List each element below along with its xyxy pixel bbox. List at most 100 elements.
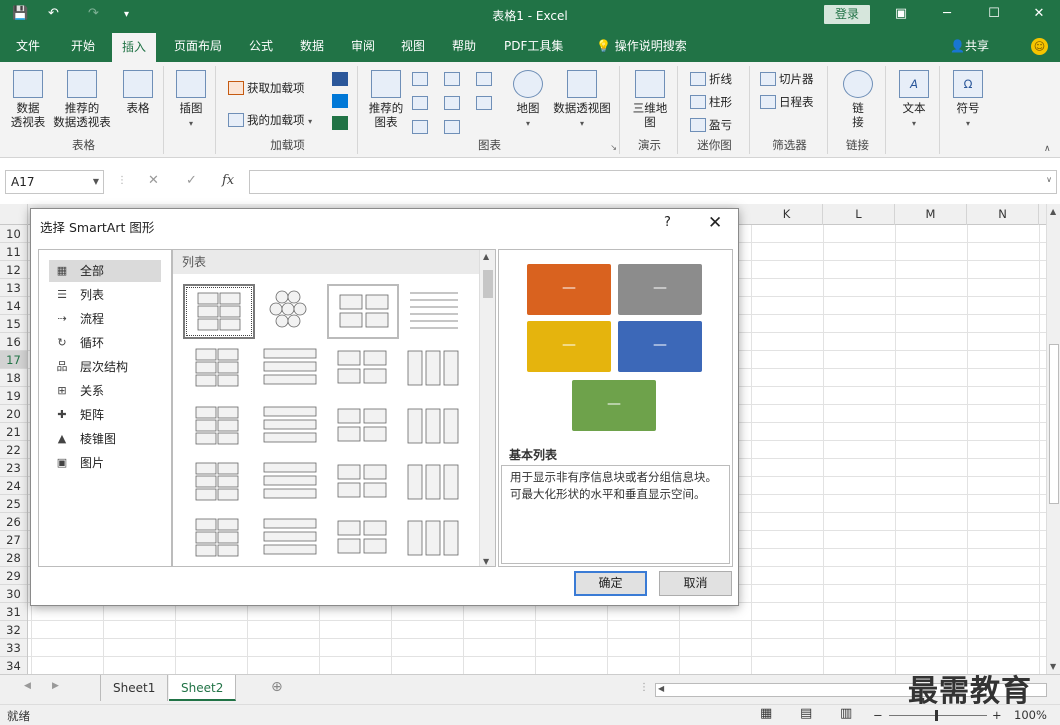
login-button[interactable]: 登录 xyxy=(824,5,870,24)
gallery-scroll-thumb[interactable] xyxy=(483,270,493,298)
row-header-25[interactable]: 25 xyxy=(0,495,27,513)
gallery-scrollbar[interactable]: ▲ ▼ xyxy=(479,250,495,566)
text-button[interactable]: A 文本 ▾ xyxy=(894,70,934,131)
column-header-n[interactable]: N xyxy=(967,204,1039,225)
select-all-corner[interactable] xyxy=(0,204,28,225)
timeline-button[interactable]: 日程表 xyxy=(760,94,814,110)
row-header-14[interactable]: 14 xyxy=(0,297,27,315)
row-header-33[interactable]: 33 xyxy=(0,639,27,657)
symbols-button[interactable]: Ω 符号 ▾ xyxy=(948,70,988,131)
zoom-slider[interactable] xyxy=(889,715,987,716)
map-chart-button[interactable]: 地图 ▾ xyxy=(508,70,548,131)
vertical-scroll-thumb[interactable] xyxy=(1049,344,1059,504)
enter-formula-icon[interactable]: ✓ xyxy=(186,173,197,188)
undo-icon[interactable]: ↶ xyxy=(48,6,59,21)
prev-sheet-icon[interactable]: ◀ xyxy=(24,681,31,691)
tab-pdf-tools[interactable]: PDF工具集 xyxy=(494,30,573,62)
pie-chart-icon[interactable] xyxy=(412,120,428,134)
category-item[interactable]: ✚ 矩阵 xyxy=(49,404,161,426)
row-header-26[interactable]: 26 xyxy=(0,513,27,531)
row-header-16[interactable]: 16 xyxy=(0,333,27,351)
page-layout-view-icon[interactable]: ▤ xyxy=(800,706,812,721)
row-header-18[interactable]: 18 xyxy=(0,369,27,387)
share-button[interactable]: 👤共享 xyxy=(950,30,989,62)
add-sheet-icon[interactable]: ⊕ xyxy=(271,679,283,695)
save-icon[interactable]: 💾 xyxy=(12,6,28,21)
charts-launcher-icon[interactable]: ↘ xyxy=(610,143,617,152)
link-button[interactable]: 链 接 xyxy=(838,70,878,129)
collapse-ribbon-icon[interactable]: ∧ xyxy=(1044,144,1051,154)
category-item[interactable]: ⇢ 流程 xyxy=(49,308,161,330)
row-header-21[interactable]: 21 xyxy=(0,423,27,441)
help-icon[interactable]: ? xyxy=(664,215,671,230)
category-item[interactable]: ▦ 全部 xyxy=(49,260,161,282)
row-header-12[interactable]: 12 xyxy=(0,261,27,279)
layout-thumbnail[interactable] xyxy=(183,456,255,511)
layout-thumbnail[interactable] xyxy=(327,512,399,566)
recommended-charts-button[interactable]: 推荐的 图表 xyxy=(366,70,406,129)
next-sheet-icon[interactable]: ▶ xyxy=(52,681,59,691)
insert-function-icon[interactable]: fx xyxy=(222,173,234,188)
tab-insert[interactable]: 插入 xyxy=(112,33,157,62)
column-header-m[interactable]: M xyxy=(895,204,967,225)
close-window-icon[interactable]: ✕ xyxy=(1028,4,1050,24)
slicer-button[interactable]: 切片器 xyxy=(760,71,814,87)
layout-thumbnail[interactable] xyxy=(255,342,327,397)
row-header-22[interactable]: 22 xyxy=(0,441,27,459)
layout-thumbnail[interactable] xyxy=(399,456,471,511)
cancel-formula-icon[interactable]: ✕ xyxy=(148,173,159,188)
row-header-23[interactable]: 23 xyxy=(0,459,27,477)
category-item[interactable]: ▲ 棱锥图 xyxy=(49,428,161,450)
row-header-13[interactable]: 13 xyxy=(0,279,27,297)
zoom-out-button[interactable]: − xyxy=(873,708,883,722)
row-header-20[interactable]: 20 xyxy=(0,405,27,423)
row-header-10[interactable]: 10 xyxy=(0,225,27,243)
ok-button[interactable]: 确定 xyxy=(574,571,647,596)
pivot-chart-button[interactable]: 数据透视图 ▾ xyxy=(550,70,614,131)
scroll-up-icon[interactable]: ▲ xyxy=(1050,207,1056,216)
layout-thumbnail[interactable] xyxy=(183,400,255,455)
formula-input[interactable]: ∨ xyxy=(249,170,1057,194)
row-header-32[interactable]: 32 xyxy=(0,621,27,639)
name-box[interactable]: A17 ▼ xyxy=(5,170,104,194)
minimize-icon[interactable]: ─ xyxy=(936,4,958,24)
pivot-table-button[interactable]: 数据 透视表 xyxy=(8,70,48,129)
row-header-11[interactable]: 11 xyxy=(0,243,27,261)
visio-data-icon[interactable] xyxy=(332,116,348,130)
chevron-down-icon[interactable]: ▼ xyxy=(93,171,99,193)
scroll-up-icon[interactable]: ▲ xyxy=(483,252,489,261)
line-chart-icon[interactable] xyxy=(412,96,428,110)
table-button[interactable]: 表格 xyxy=(118,70,158,115)
tab-page-layout[interactable]: 页面布局 xyxy=(164,30,232,62)
cancel-button[interactable]: 取消 xyxy=(659,571,732,596)
row-header-17[interactable]: 17 xyxy=(0,351,27,369)
zoom-slider-handle[interactable] xyxy=(935,710,938,721)
layout-thumbnail[interactable] xyxy=(399,400,471,455)
category-item[interactable]: ▣ 图片 xyxy=(49,452,161,474)
vertical-scrollbar[interactable]: ▲ ▼ xyxy=(1046,204,1060,674)
sparkline-line-button[interactable]: 折线 xyxy=(690,71,732,87)
ribbon-display-icon[interactable]: ▣ xyxy=(890,4,912,24)
get-addins-button[interactable]: 获取加载项 xyxy=(228,80,305,96)
waterfall-chart-icon[interactable] xyxy=(476,96,492,110)
hierarchy-chart-icon[interactable] xyxy=(444,72,460,86)
bing-maps-icon[interactable] xyxy=(332,94,348,108)
bar-chart-icon[interactable] xyxy=(444,96,460,110)
tab-help[interactable]: 帮助 xyxy=(442,30,486,62)
column-chart-icon[interactable] xyxy=(412,72,428,86)
category-item[interactable]: ↻ 循环 xyxy=(49,332,161,354)
tell-me-search[interactable]: 💡 操作说明搜索 xyxy=(586,30,697,62)
tab-formulas[interactable]: 公式 xyxy=(239,30,283,62)
layout-thumbnail[interactable] xyxy=(327,400,399,455)
layout-thumbnail[interactable] xyxy=(183,342,255,397)
expand-formula-icon[interactable]: ∨ xyxy=(1046,175,1052,184)
people-graph-icon[interactable] xyxy=(332,72,348,86)
normal-view-icon[interactable]: ▦ xyxy=(760,706,772,721)
layout-thumbnail[interactable] xyxy=(255,284,327,339)
row-header-31[interactable]: 31 xyxy=(0,603,27,621)
sparkline-column-button[interactable]: 柱形 xyxy=(690,94,732,110)
recommended-pivot-button[interactable]: 推荐的 数据透视表 xyxy=(50,70,114,129)
layout-thumbnail[interactable] xyxy=(399,284,471,339)
scroll-down-icon[interactable]: ▼ xyxy=(1050,662,1056,671)
row-header-27[interactable]: 27 xyxy=(0,531,27,549)
